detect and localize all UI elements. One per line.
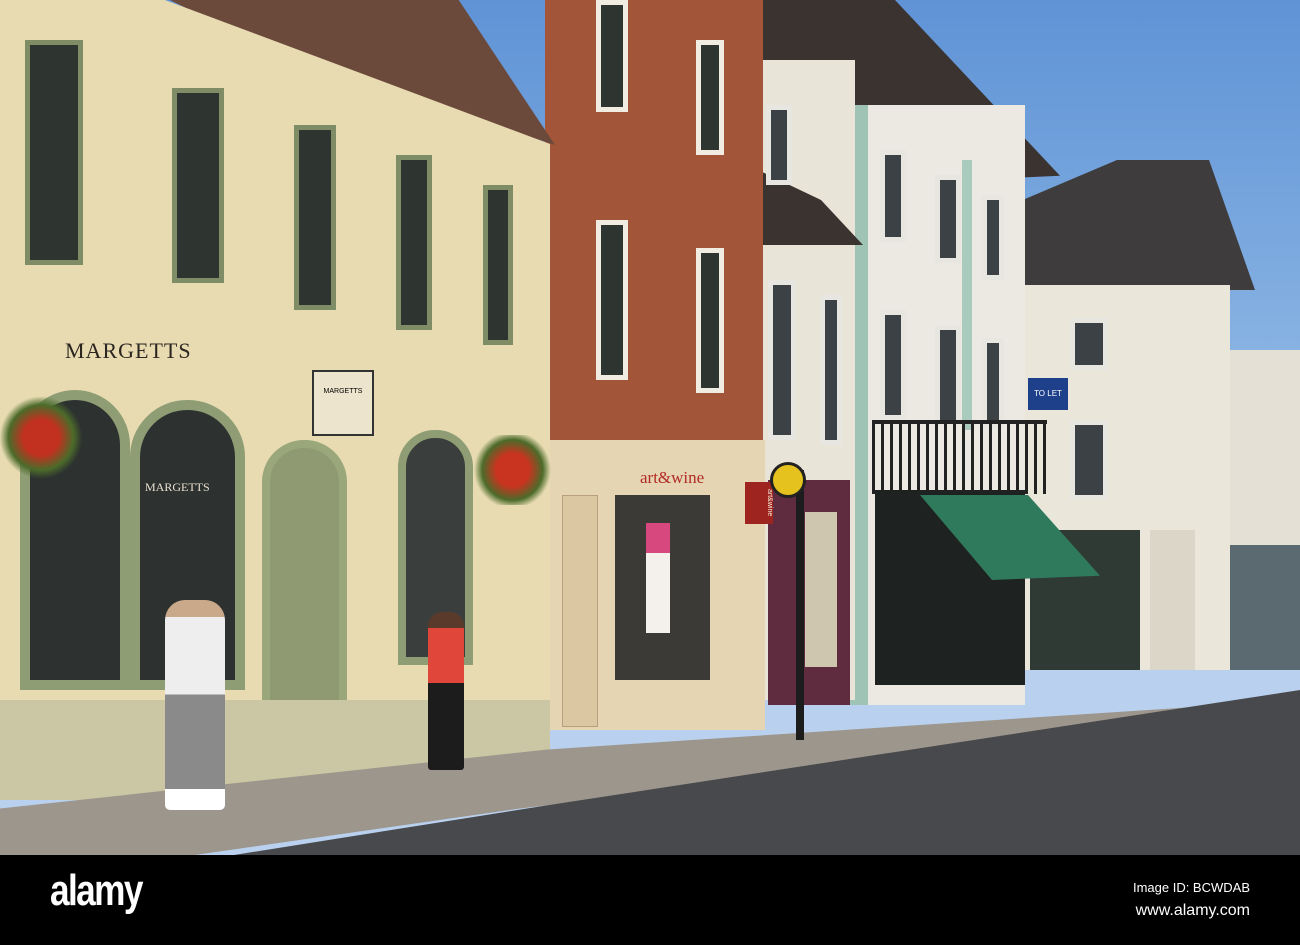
to-let-sign: TO LET <box>1028 378 1068 410</box>
window <box>820 295 842 445</box>
window <box>396 155 432 330</box>
shop-door <box>562 495 598 727</box>
window <box>766 105 792 185</box>
window <box>596 220 628 380</box>
window <box>982 338 1004 428</box>
watermark-bar <box>0 855 1300 945</box>
pedestrian <box>165 600 225 810</box>
poster <box>646 523 670 633</box>
window <box>1070 420 1108 500</box>
iron-balcony <box>872 420 1047 494</box>
arched-door <box>262 440 347 720</box>
window <box>25 40 83 265</box>
window <box>596 0 628 112</box>
pilaster <box>962 160 972 430</box>
window <box>696 40 724 155</box>
far-right-shopfront <box>1228 545 1300 670</box>
window <box>880 310 906 420</box>
window <box>935 175 961 263</box>
image-id: Image ID: BCWDAB <box>1132 880 1250 895</box>
alamy-url: www.alamy.com <box>1135 902 1250 919</box>
hanging-wine-sign: art&wine <box>745 482 773 524</box>
window <box>935 325 961 425</box>
plum-shop-window <box>805 512 837 667</box>
window <box>982 195 1004 280</box>
margetts-sign: MARGETTS <box>65 338 192 363</box>
beacon-light <box>770 462 806 498</box>
hanging-flower-basket <box>470 435 555 505</box>
window <box>172 88 224 283</box>
window <box>696 248 724 393</box>
hanging-flower-basket <box>0 395 82 480</box>
window <box>483 185 513 345</box>
right-shopfront-pillar <box>1150 530 1195 670</box>
pedestrian <box>428 612 464 770</box>
window <box>294 125 336 310</box>
art-and-wine-sign: art&wine <box>640 468 705 487</box>
brick-building <box>545 0 763 445</box>
window <box>1070 318 1108 370</box>
street-lamp-post <box>796 470 804 740</box>
window <box>768 280 796 440</box>
window-margetts-sign: MARGETTS <box>145 480 210 494</box>
hanging-margetts-sign: MARGETTS <box>312 370 374 436</box>
alamy-logo: alamy <box>50 866 143 915</box>
window <box>880 150 906 242</box>
